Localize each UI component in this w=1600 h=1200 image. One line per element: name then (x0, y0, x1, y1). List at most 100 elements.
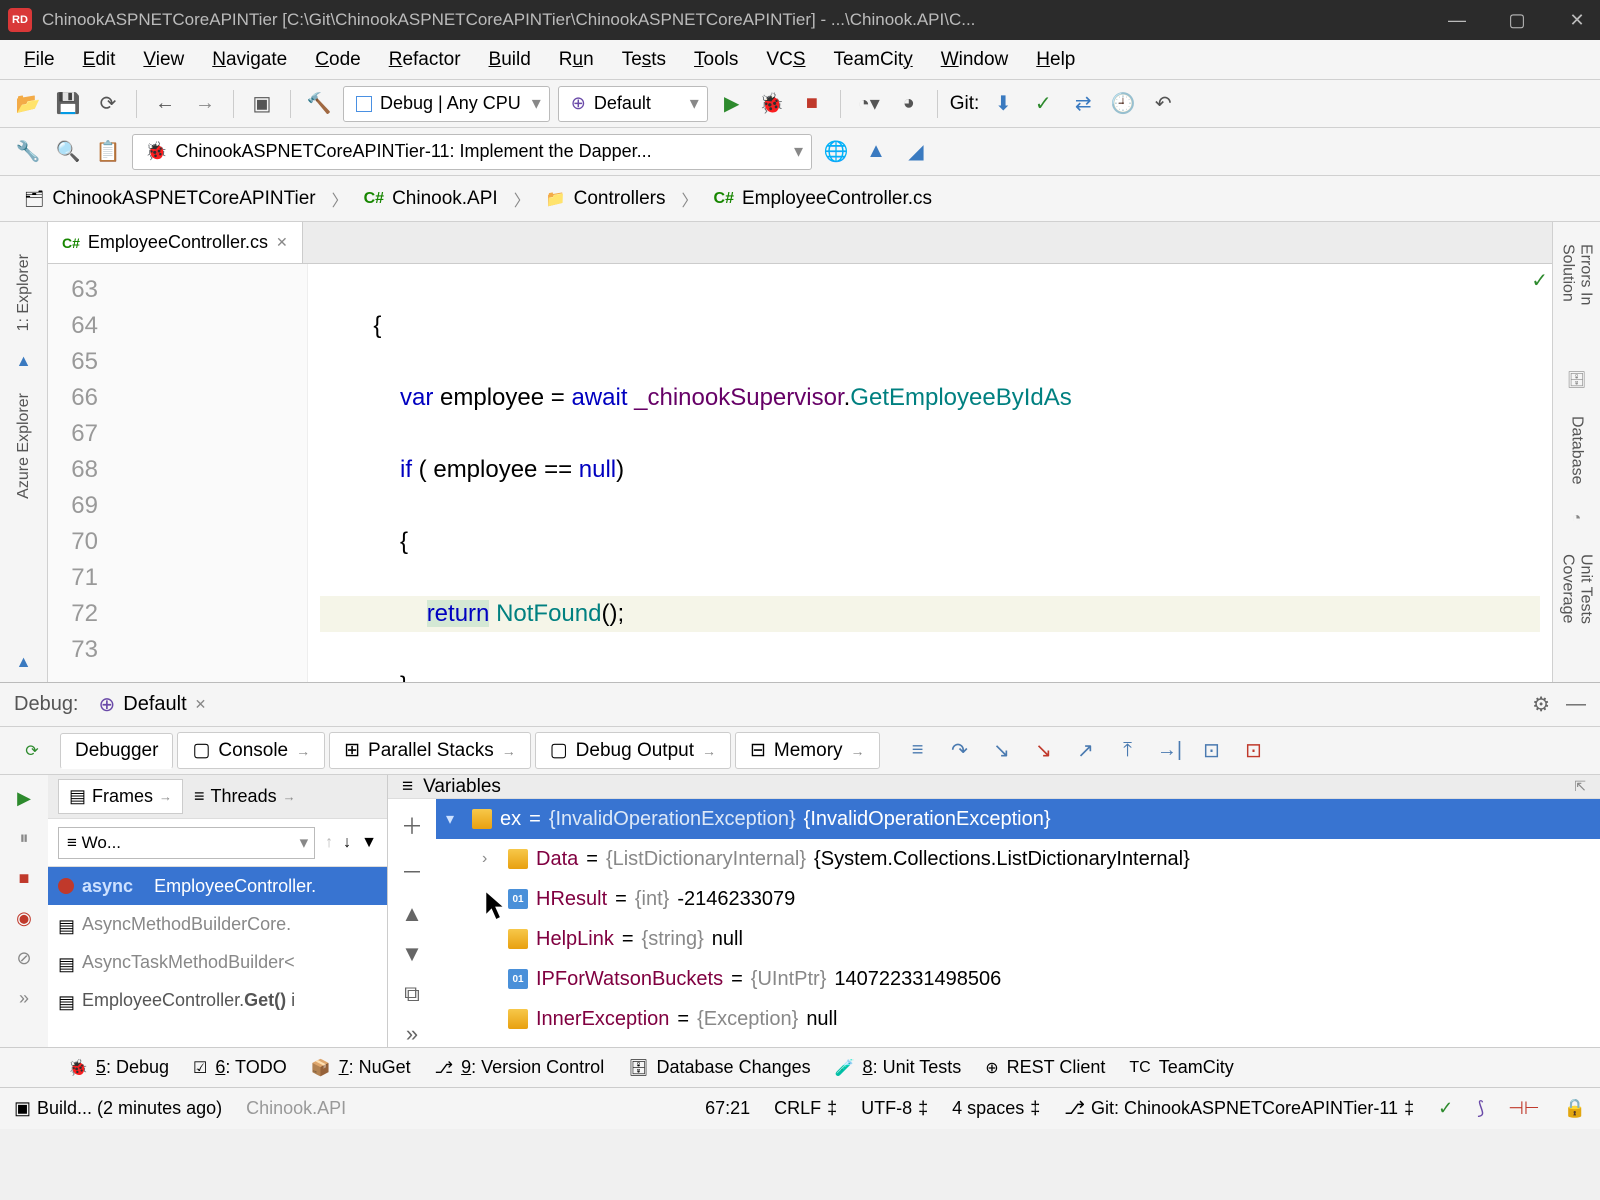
menu-run[interactable]: Run (545, 45, 608, 75)
pin-icon[interactable]: → (851, 743, 865, 759)
pin-icon[interactable]: → (502, 743, 516, 759)
azure-deploy-icon[interactable]: ◢ (900, 136, 932, 168)
pin-icon[interactable]: → (296, 743, 310, 759)
menu-vcs[interactable]: VCS (752, 45, 819, 75)
inspection-ok-icon[interactable]: ✓ (1531, 268, 1548, 293)
thread-dropdown[interactable]: ≡ Wo... (58, 827, 315, 859)
globe-icon[interactable]: 🌐 (820, 136, 852, 168)
close-button[interactable]: ✕ (1562, 10, 1592, 31)
add-watch-icon[interactable]: ＋ (401, 809, 423, 841)
status-sync-icon[interactable]: ✓ (1438, 1098, 1453, 1119)
pin-icon[interactable]: → (702, 743, 716, 759)
filter-icon[interactable]: ▼ (361, 834, 377, 852)
variable-row[interactable]: ›Data = {ListDictionaryInternal} {System… (436, 839, 1600, 879)
stop-icon[interactable]: ■ (9, 863, 39, 893)
frame-row[interactable]: async EmployeeController. (48, 867, 387, 905)
pause-icon[interactable]: ⏸ (9, 823, 39, 853)
azure-icon[interactable]: ▲ (860, 136, 892, 168)
pin-icon[interactable]: → (159, 789, 172, 804)
build-solution-icon[interactable]: ▣ (246, 88, 278, 120)
pin-icon[interactable]: ⇱ (1574, 778, 1586, 795)
git-history-icon[interactable]: 🕘 (1107, 88, 1139, 120)
frame-row[interactable]: ▤AsyncTaskMethodBuilder< (48, 943, 387, 981)
breadcrumb-file[interactable]: C#EmployeeController.cs (702, 184, 945, 214)
debug-icon[interactable]: 🐞 (756, 88, 788, 120)
step-out-icon[interactable]: ↗ (1072, 737, 1100, 765)
run-config-dropdown[interactable]: ⊕ Default (558, 86, 708, 122)
code-text[interactable]: { var employee = await _chinookSuperviso… (308, 264, 1552, 682)
view-breakpoints-icon[interactable]: ◉ (9, 903, 39, 933)
frame-row[interactable]: ▤AsyncMethodBuilderCore. (48, 905, 387, 943)
menu-help[interactable]: Help (1022, 45, 1089, 75)
tool-unit-tests[interactable]: 🧪8: Unit Tests (835, 1057, 962, 1078)
expand-icon[interactable]: ▾ (446, 809, 464, 829)
maximize-button[interactable]: ▢ (1502, 10, 1532, 31)
close-tab-icon[interactable]: ✕ (276, 234, 288, 251)
tool-teamcity[interactable]: TCTeamCity (1129, 1057, 1233, 1078)
forward-icon[interactable]: → (189, 88, 221, 120)
coverage-icon[interactable]: ◔▾ (853, 88, 885, 120)
menu-window[interactable]: Window (927, 45, 1023, 75)
step-into-icon[interactable]: ↘ (988, 737, 1016, 765)
tool-rest[interactable]: ⊕REST Client (985, 1057, 1105, 1078)
tool-todo[interactable]: ☑6: TODO (193, 1057, 287, 1078)
tool-vcs[interactable]: ⎇9: Version Control (435, 1057, 605, 1078)
tab-explorer[interactable]: 1: Explorer (15, 254, 33, 331)
minimize-button[interactable]: — (1442, 10, 1472, 31)
show-execution-point-icon[interactable]: ≡ (904, 737, 932, 765)
debug-config[interactable]: ⊕ Default ✕ (99, 692, 207, 717)
menu-teamcity[interactable]: TeamCity (820, 45, 927, 75)
tab-errors[interactable]: Errors In Solution (1559, 244, 1595, 344)
expand-icon[interactable]: › (482, 850, 500, 868)
variable-row[interactable]: HelpLink = {string} null (436, 919, 1600, 959)
evaluate-icon[interactable]: ⊡ (1198, 737, 1226, 765)
variable-row[interactable]: 01IPForWatsonBuckets = {UIntPtr} 1407223… (436, 959, 1600, 999)
git-commit-icon[interactable]: ✓ (1027, 88, 1059, 120)
variables-tree[interactable]: ▾ex = {InvalidOperationException} {Inval… (436, 799, 1600, 1047)
hammer-icon[interactable]: 🔨 (303, 88, 335, 120)
frame-row[interactable]: ▤EmployeeController.Get() i (48, 981, 387, 1019)
breadcrumb-solution[interactable]: 🗂ChinookASPNETCoreAPINTier (12, 184, 328, 214)
menu-tools[interactable]: Tools (680, 45, 752, 75)
gear-icon[interactable]: ⚙ (1532, 692, 1550, 717)
status-position[interactable]: 67:21 (705, 1098, 750, 1119)
menu-navigate[interactable]: Navigate (198, 45, 301, 75)
git-compare-icon[interactable]: ⇄ (1067, 88, 1099, 120)
status-error-icon[interactable]: ⊣⊢ (1508, 1098, 1539, 1119)
menu-build[interactable]: Build (475, 45, 545, 75)
menu-tests[interactable]: Tests (608, 45, 680, 75)
status-git[interactable]: ⎇Git: ChinookASPNETCoreAPINTier-11 ‡ (1064, 1098, 1414, 1119)
tab-frames[interactable]: ▤Frames→ (58, 779, 183, 814)
code-editor[interactable]: 6364656667686970717273 { var employee = … (48, 264, 1552, 682)
variable-row[interactable]: 01HResult = {int} -2146233079 (436, 879, 1600, 919)
duplicate-icon[interactable]: ⧉ (404, 981, 420, 1007)
open-icon[interactable]: 📂 (12, 88, 44, 120)
minimize-panel-icon[interactable]: — (1566, 693, 1586, 716)
frames-list[interactable]: async EmployeeController. ▤AsyncMethodBu… (48, 867, 387, 1047)
breadcrumb-project[interactable]: C#Chinook.API (352, 184, 510, 214)
run-icon[interactable]: ▶ (716, 88, 748, 120)
tab-database[interactable]: Database (1568, 416, 1586, 485)
editor-gutter[interactable] (108, 264, 308, 682)
up-icon[interactable]: ▲ (401, 901, 423, 927)
git-revert-icon[interactable]: ↶ (1147, 88, 1179, 120)
run-to-cursor-icon[interactable]: →| (1156, 737, 1184, 765)
search-icon[interactable]: 🔍 (52, 136, 84, 168)
status-build[interactable]: ▣Build... (2 minutes ago) (14, 1098, 222, 1119)
status-dotnet-icon[interactable]: ⟆ (1477, 1098, 1484, 1119)
refresh-icon[interactable]: ⟳ (92, 88, 124, 120)
more-icon[interactable]: » (9, 983, 39, 1013)
prev-frame-icon[interactable]: ↑ (325, 834, 333, 852)
tab-coverage[interactable]: Unit Tests Coverage (1559, 554, 1595, 670)
menu-view[interactable]: View (129, 45, 198, 75)
azure-bottom-icon[interactable]: ▲ (16, 654, 32, 672)
tab-memory[interactable]: ⊟Memory→ (735, 732, 880, 769)
status-project[interactable]: Chinook.API (246, 1098, 346, 1119)
status-indent[interactable]: 4 spaces ‡ (952, 1098, 1040, 1119)
step-over-icon[interactable]: ↷ (946, 737, 974, 765)
menu-edit[interactable]: Edit (69, 45, 130, 75)
tab-azure-explorer[interactable]: Azure Explorer (15, 393, 33, 499)
mute-breakpoints-icon[interactable]: ⊘ (9, 943, 39, 973)
evaluate-expr-icon[interactable]: ⊡ (1240, 737, 1268, 765)
tool-nuget[interactable]: 📦7: NuGet (311, 1057, 411, 1078)
